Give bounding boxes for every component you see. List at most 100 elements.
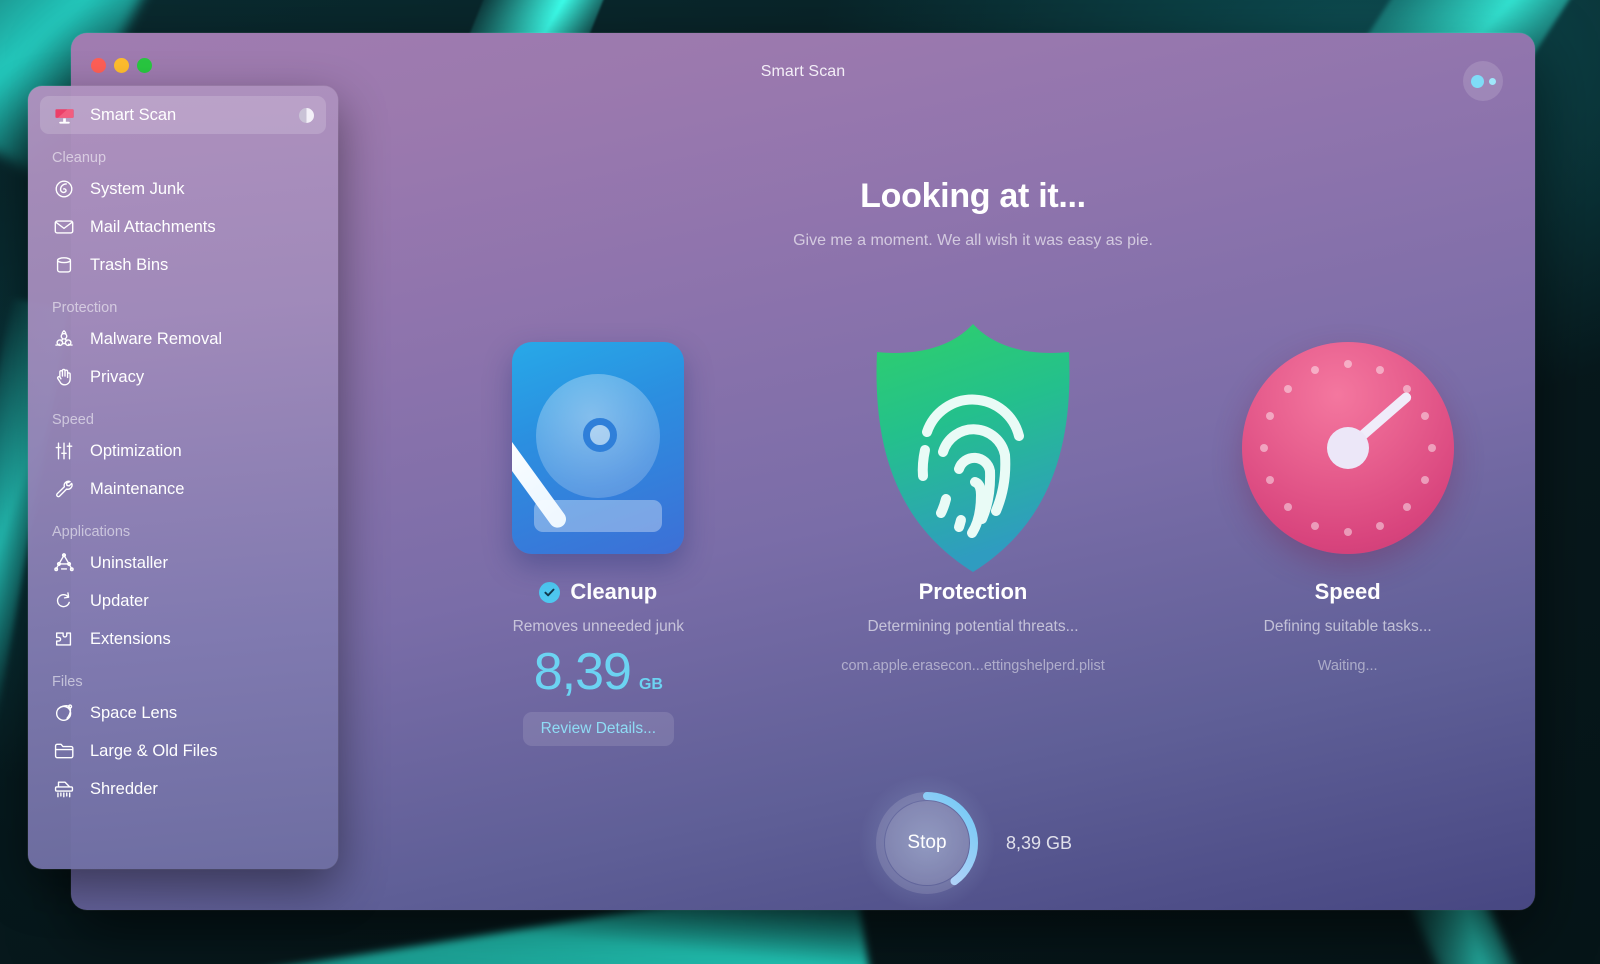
card-protection: Protection Determining potential threats… — [808, 323, 1138, 674]
title-bar: Smart Scan — [71, 33, 1535, 101]
sidebar-item-shredder[interactable]: Shredder — [40, 770, 326, 808]
card-cleanup-description: Removes unneeded junk — [512, 618, 685, 635]
gauge-tick — [1421, 476, 1430, 485]
sidebar-item-space-lens[interactable]: Space Lens — [40, 694, 326, 732]
sidebar-group-title: Protection — [52, 300, 118, 316]
smart-scan-monitor-icon — [52, 105, 76, 126]
scan-footer: Stop 8,39 GB — [411, 772, 1535, 910]
card-protection-heading: Protection — [919, 579, 1028, 605]
card-cleanup-heading: Cleanup — [539, 579, 657, 605]
gauge-tick — [1311, 366, 1320, 375]
hard-drive-icon — [512, 323, 685, 573]
envelope-icon — [52, 216, 76, 238]
card-speed-title: Speed — [1314, 579, 1381, 604]
sidebar-item-trash-bins[interactable]: Trash Bins — [40, 246, 326, 284]
trash-bin-icon — [52, 254, 76, 276]
page-title: Looking at it... — [860, 177, 1086, 215]
found-size-label: 8,39 GB — [1005, 832, 1073, 853]
sidebar-group-title: Cleanup — [52, 150, 107, 166]
sidebar-item-label: Smart Scan — [90, 105, 177, 124]
card-protection-description: Determining potential threats... — [867, 618, 1079, 635]
card-speed-detail: Waiting... — [1317, 658, 1378, 674]
sidebar-item-maintenance[interactable]: Maintenance — [40, 470, 326, 508]
stop-control: Stop — [855, 772, 998, 910]
sidebar-item-malware-removal[interactable]: Malware Removal — [40, 320, 326, 358]
sidebar-item-label: Maintenance — [90, 479, 185, 498]
sidebar-item-label: Optimization — [90, 441, 182, 460]
folder-icon — [52, 740, 76, 762]
card-speed: Speed Defining suitable tasks... Waiting… — [1183, 323, 1513, 674]
sidebar: Smart Scan Cleanup System Junk Mail Attach… — [28, 86, 338, 869]
sidebar-item-system-junk[interactable]: System Junk — [40, 170, 326, 208]
gauge-tick — [1403, 384, 1412, 393]
gauge-tick — [1259, 444, 1268, 452]
sidebar-item-label: Extensions — [90, 629, 171, 648]
menu-dot-large — [1470, 74, 1484, 88]
shield-fingerprint-icon — [855, 323, 1091, 573]
main-content: Looking at it... Give me a moment. We al… — [411, 93, 1535, 910]
sidebar-item-label: Space Lens — [90, 703, 178, 722]
speed-gauge-icon — [1241, 323, 1454, 573]
shredder-icon — [52, 778, 76, 800]
sidebar-item-smart-scan[interactable]: Smart Scan — [40, 96, 326, 134]
wrench-icon — [52, 478, 76, 500]
appstore-icon — [52, 552, 76, 574]
gauge-tick — [1266, 411, 1275, 420]
card-speed-heading: Speed — [1315, 579, 1381, 605]
sidebar-item-label: Updater — [90, 591, 149, 610]
sidebar-item-mail-attachments[interactable]: Mail Attachments — [40, 208, 326, 246]
sidebar-item-label: Mail Attachments — [90, 217, 216, 236]
sidebar-item-label: Privacy — [90, 367, 145, 386]
stop-button[interactable]: Stop — [884, 801, 969, 885]
gauge-tick — [1284, 384, 1293, 393]
gauge-tick — [1375, 521, 1384, 530]
biohazard-icon — [52, 328, 76, 350]
card-cleanup-size-value: 8,39 — [533, 643, 632, 701]
gauge-tick — [1343, 528, 1352, 536]
sidebar-group-title: Applications — [52, 524, 131, 540]
gauge-tick — [1284, 503, 1293, 512]
refresh-arrow-icon — [52, 590, 76, 612]
system-junk-icon — [52, 178, 76, 200]
sidebar-item-privacy[interactable]: Privacy — [40, 358, 326, 396]
window-title: Smart Scan — [760, 63, 846, 80]
card-cleanup: Cleanup Removes unneeded junk 8,39 GB Re… — [433, 323, 763, 746]
gauge-tick — [1375, 366, 1384, 375]
hand-icon — [52, 366, 76, 388]
sidebar-item-label: Malware Removal — [90, 329, 223, 348]
sidebar-item-optimization[interactable]: Optimization — [40, 432, 326, 470]
card-speed-description: Defining suitable tasks... — [1263, 618, 1432, 635]
sidebar-item-label: System Junk — [90, 179, 185, 198]
sidebar-item-updater[interactable]: Updater — [40, 582, 326, 620]
sidebar-item-label: Trash Bins — [90, 255, 169, 274]
card-protection-detail: com.apple.erasecon...ettingshelperd.plis… — [841, 658, 1105, 674]
card-protection-title: Protection — [918, 579, 1028, 604]
desktop-background: Smart Scan Looking at it... Give me a mo… — [0, 0, 1600, 964]
check-circle-icon — [539, 581, 561, 603]
sidebar-item-large-old-files[interactable]: Large & Old Files — [40, 732, 326, 770]
card-cleanup-title: Cleanup — [570, 579, 658, 604]
gauge-tick — [1427, 444, 1436, 452]
card-cleanup-size: 8,39 GB — [534, 646, 663, 698]
sliders-icon — [52, 440, 76, 462]
page-subtitle: Give me a moment. We all wish it was eas… — [793, 232, 1153, 249]
puzzle-piece-icon — [52, 628, 76, 650]
sidebar-item-extensions[interactable]: Extensions — [40, 620, 326, 658]
sidebar-item-label: Shredder — [90, 779, 158, 798]
sidebar-item-uninstaller[interactable]: Uninstaller — [40, 544, 326, 582]
card-cleanup-size-unit: GB — [638, 676, 663, 693]
sidebar-group-title: Speed — [52, 412, 94, 428]
gauge-tick — [1311, 521, 1320, 530]
gauge-tick — [1421, 411, 1430, 420]
scan-cards: Cleanup Removes unneeded junk 8,39 GB Re… — [411, 323, 1535, 746]
menu-dot-small — [1488, 77, 1496, 85]
half-moon-progress-icon — [299, 107, 314, 123]
gauge-tick — [1343, 360, 1352, 368]
sidebar-item-label: Uninstaller — [90, 553, 168, 572]
gauge-tick — [1266, 476, 1275, 485]
space-lens-icon — [52, 702, 76, 724]
gauge-tick — [1403, 503, 1412, 512]
sidebar-item-label: Large & Old Files — [90, 741, 218, 760]
sidebar-group-title: Files — [52, 674, 83, 690]
review-details-button[interactable]: Review Details... — [522, 712, 675, 746]
